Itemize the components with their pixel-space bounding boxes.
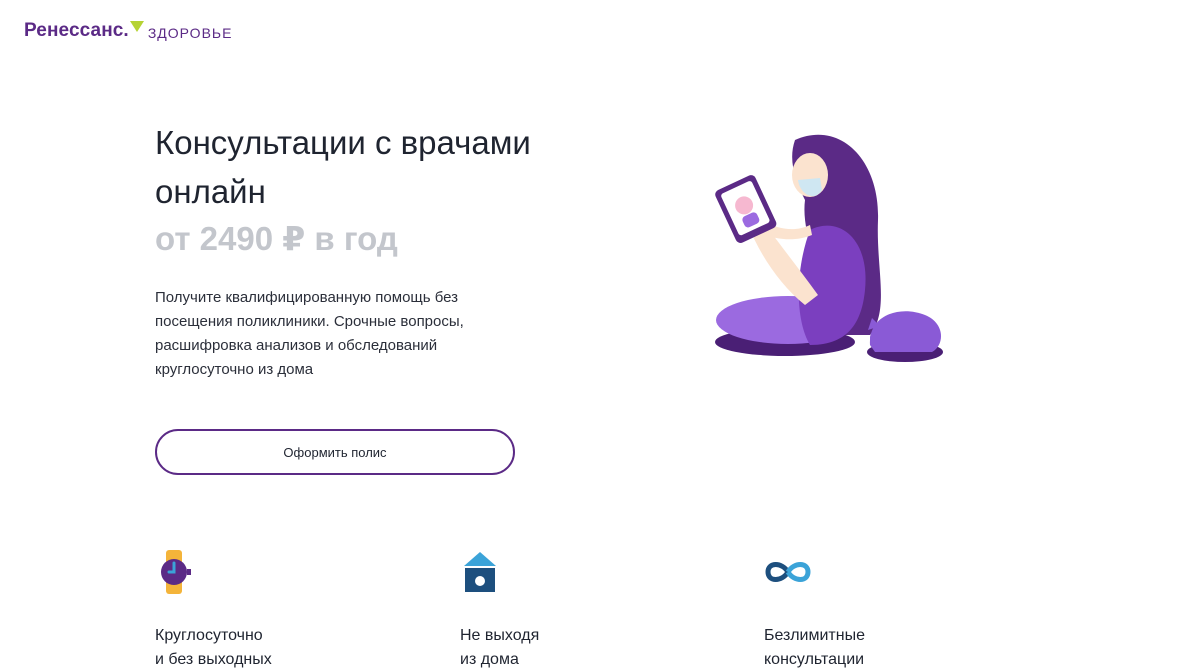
woman-with-tablet-illustration xyxy=(700,120,960,380)
logo-triangle-icon xyxy=(129,21,144,32)
watch-icon xyxy=(155,548,375,596)
feature-label: Не выходя из дома xyxy=(460,627,540,668)
brand-logo[interactable]: Ренессанс. ЗДОРОВЬЕ xyxy=(24,20,232,42)
price-label: от 2490 ₽ в год xyxy=(155,220,398,257)
logo-wordmark: Ренессанс. xyxy=(24,20,129,41)
illustration-svg xyxy=(715,134,943,362)
get-policy-button[interactable]: Оформить полис xyxy=(155,429,515,475)
page-title: Консультации с врачами онлайн xyxy=(155,124,531,210)
feature-label: Круглосуточно и без выходных xyxy=(155,627,272,668)
hero-description: Получите квалифицированную помощь без по… xyxy=(155,289,464,378)
feature-from-home: Не выходя из дома xyxy=(460,548,680,672)
logo-subtitle: ЗДОРОВЬЕ xyxy=(147,25,233,41)
house-icon xyxy=(460,548,680,596)
feature-unlimited: Безлимитные консультации xyxy=(764,548,984,672)
infinity-icon xyxy=(764,548,984,596)
feature-round-the-clock: Круглосуточно и без выходных xyxy=(155,548,375,672)
feature-label: Безлимитные консультации xyxy=(764,627,865,668)
